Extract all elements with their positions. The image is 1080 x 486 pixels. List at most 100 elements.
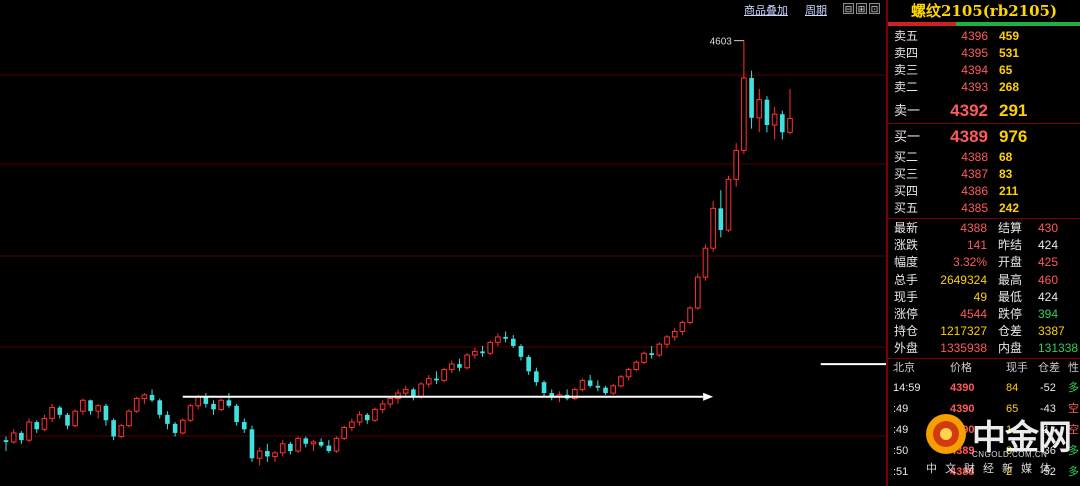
- candle[interactable]: [448, 360, 455, 374]
- candle[interactable]: [564, 389, 570, 401]
- candle[interactable]: [710, 201, 716, 252]
- candle[interactable]: [603, 385, 608, 395]
- candle[interactable]: [111, 418, 116, 441]
- candle[interactable]: [19, 431, 24, 444]
- candle[interactable]: [780, 110, 785, 140]
- bid-row[interactable]: 买二 4388 68: [888, 149, 1080, 166]
- candle[interactable]: [610, 384, 617, 395]
- candle[interactable]: [333, 436, 340, 453]
- candle[interactable]: [226, 393, 232, 408]
- candle[interactable]: [679, 320, 686, 336]
- candle[interactable]: [487, 340, 494, 356]
- candle[interactable]: [656, 342, 663, 357]
- candle[interactable]: [49, 403, 55, 423]
- candle[interactable]: [364, 412, 370, 424]
- candle[interactable]: [157, 398, 163, 419]
- candle[interactable]: [725, 175, 732, 232]
- candle[interactable]: [241, 418, 247, 433]
- candle[interactable]: [441, 367, 447, 383]
- candle[interactable]: [425, 374, 432, 388]
- kline-chart[interactable]: 4603: [0, 0, 886, 486]
- candle[interactable]: [80, 398, 86, 415]
- candle[interactable]: [172, 422, 178, 437]
- candle[interactable]: [587, 374, 593, 388]
- candle[interactable]: [103, 403, 109, 426]
- candle[interactable]: [664, 335, 670, 348]
- candle[interactable]: [387, 396, 394, 408]
- trend-arrow[interactable]: [820, 360, 886, 368]
- candle[interactable]: [503, 331, 508, 343]
- candle[interactable]: [687, 306, 693, 325]
- candle[interactable]: [749, 70, 754, 129]
- candle[interactable]: [149, 389, 155, 403]
- candle[interactable]: [234, 403, 239, 426]
- contract-title[interactable]: 螺纹2105(rb2105): [888, 0, 1080, 24]
- candle[interactable]: [118, 423, 125, 439]
- bid-row[interactable]: 买四 4386 211: [888, 183, 1080, 200]
- candle[interactable]: [618, 374, 624, 388]
- candle[interactable]: [495, 333, 501, 346]
- candle[interactable]: [411, 387, 416, 401]
- candle[interactable]: [211, 400, 216, 415]
- candle[interactable]: [595, 380, 601, 392]
- candle[interactable]: [10, 429, 17, 444]
- kline-chart-area[interactable]: 4603 商品叠加 周期 ⊟ ⊞ ⊡: [0, 0, 886, 486]
- trend-arrow[interactable]: [182, 392, 714, 401]
- candle[interactable]: [295, 436, 301, 453]
- candle[interactable]: [457, 358, 462, 372]
- bid-row[interactable]: 买五 4385 242: [888, 200, 1080, 217]
- candle[interactable]: [534, 367, 539, 386]
- candle[interactable]: [288, 441, 293, 455]
- candle[interactable]: [187, 403, 194, 423]
- bid-row[interactable]: 买三 4387 83: [888, 166, 1080, 183]
- candle[interactable]: [310, 440, 317, 452]
- candle[interactable]: [741, 40, 747, 155]
- candle[interactable]: [579, 378, 586, 392]
- candle[interactable]: [372, 407, 378, 423]
- candle[interactable]: [34, 420, 40, 433]
- candle[interactable]: [165, 411, 170, 430]
- candle[interactable]: [249, 425, 255, 462]
- candle[interactable]: [541, 380, 547, 397]
- candle[interactable]: [179, 418, 186, 435]
- candle[interactable]: [279, 440, 286, 457]
- candle[interactable]: [702, 244, 709, 281]
- bid-row[interactable]: 买一 4389 976: [888, 126, 1080, 148]
- candle[interactable]: [402, 385, 409, 397]
- candle[interactable]: [57, 405, 63, 419]
- candle[interactable]: [472, 347, 478, 359]
- candle[interactable]: [141, 393, 148, 404]
- candle[interactable]: [526, 355, 531, 375]
- candle[interactable]: [694, 273, 701, 310]
- candle[interactable]: [510, 335, 516, 348]
- candle[interactable]: [625, 367, 632, 381]
- candle[interactable]: [633, 360, 640, 372]
- maximize-icon[interactable]: ⊡: [869, 3, 880, 14]
- period-link[interactable]: 周期: [805, 2, 827, 18]
- ask-row[interactable]: 卖二 4393 268: [888, 79, 1080, 96]
- candle[interactable]: [88, 399, 93, 415]
- restore-icon[interactable]: ⊞: [856, 3, 867, 14]
- candle[interactable]: [518, 344, 524, 361]
- candle[interactable]: [72, 409, 78, 428]
- candle[interactable]: [718, 190, 724, 238]
- candle[interactable]: [756, 88, 763, 133]
- candle[interactable]: [549, 389, 555, 401]
- candle[interactable]: [265, 443, 270, 462]
- candle[interactable]: [771, 106, 778, 140]
- candle[interactable]: [349, 418, 355, 432]
- candle[interactable]: [326, 440, 332, 453]
- ask-row[interactable]: 卖五 4396 459: [888, 28, 1080, 45]
- candle[interactable]: [649, 345, 654, 359]
- candle[interactable]: [464, 353, 470, 370]
- candle[interactable]: [65, 412, 70, 430]
- ask-row[interactable]: 卖三 4394 65: [888, 62, 1080, 79]
- candle[interactable]: [318, 438, 324, 448]
- candle[interactable]: [379, 400, 386, 413]
- candle[interactable]: [133, 396, 140, 413]
- candle[interactable]: [218, 398, 225, 412]
- overlay-commodity-link[interactable]: 商品叠加: [744, 2, 788, 18]
- candle[interactable]: [3, 436, 9, 452]
- candle[interactable]: [41, 414, 48, 432]
- candle[interactable]: [671, 327, 678, 341]
